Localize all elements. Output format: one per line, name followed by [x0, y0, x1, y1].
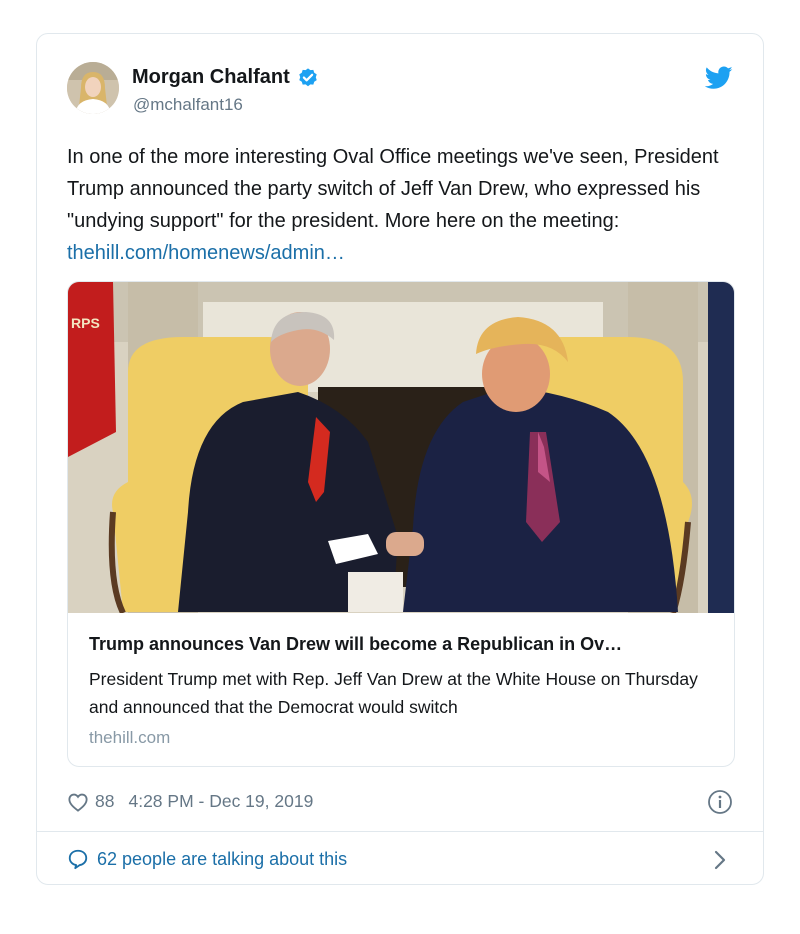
tweet-embed-card: Morgan Chalfant @mchalfant16 In one of t…	[36, 33, 764, 885]
tweet-link[interactable]: thehill.com/homenews/admin…	[67, 242, 345, 264]
divider	[37, 831, 763, 832]
tweet-text: In one of the more interesting Oval Offi…	[67, 141, 737, 269]
talking-text[interactable]: 62 people are talking about this	[97, 849, 347, 870]
chevron-right-icon[interactable]	[713, 849, 727, 871]
author-name[interactable]: Morgan Chalfant	[132, 66, 290, 89]
info-icon[interactable]	[707, 789, 733, 815]
tweet-body: In one of the more interesting Oval Offi…	[67, 146, 719, 232]
article-photo[interactable]: RPS	[68, 282, 734, 613]
link-preview-card[interactable]: RPS Trump announces Van Drew will become…	[67, 281, 735, 767]
avatar[interactable]	[67, 62, 119, 114]
verified-badge-icon	[299, 67, 317, 86]
conversation-row[interactable]: 62 people are talking about this	[67, 848, 347, 870]
speech-bubble-icon	[68, 849, 88, 870]
card-description: President Trump met with Rep. Jeff Van D…	[89, 669, 698, 717]
twitter-bird-icon[interactable]	[705, 66, 733, 90]
likes-count[interactable]: 88	[95, 791, 114, 812]
flag-text: RPS	[71, 315, 100, 331]
tweet-meta: 88 4:28 PM - Dec 19, 2019	[67, 791, 313, 812]
card-title[interactable]: Trump announces Van Drew will become a R…	[89, 634, 719, 655]
timestamp[interactable]: 4:28 PM - Dec 19, 2019	[128, 791, 313, 812]
author-handle[interactable]: @mchalfant16	[133, 95, 243, 115]
author-name-row[interactable]: Morgan Chalfant	[132, 66, 319, 89]
heart-icon[interactable]	[67, 792, 89, 812]
card-domain: thehill.com	[89, 728, 171, 747]
